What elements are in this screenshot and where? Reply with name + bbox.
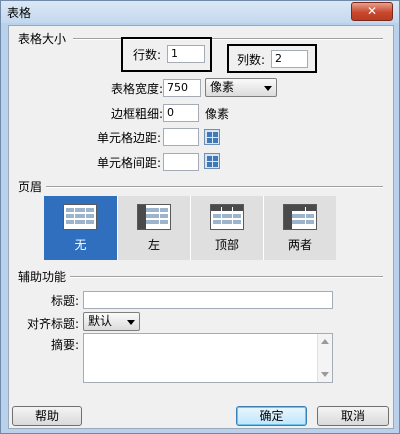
dialog-title: 表格: [7, 6, 32, 20]
table-size-divider: [73, 38, 383, 40]
chevron-down-icon: [127, 320, 135, 325]
accessibility-section-label: 辅助功能: [18, 268, 71, 285]
table-none-icon: [63, 204, 97, 230]
border-unit: 像素: [205, 107, 230, 121]
chevron-down-icon: [264, 86, 272, 91]
help-button[interactable]: 帮助: [12, 406, 82, 426]
cell-padding-input[interactable]: [163, 128, 199, 146]
cell-spacing-label: 单元格间距:: [97, 156, 162, 170]
rows-label: 行数:: [133, 48, 162, 62]
align-caption-select[interactable]: 默认: [83, 312, 140, 331]
header-divider: [45, 186, 383, 188]
accessibility-divider: [69, 276, 383, 278]
width-unit-select[interactable]: 像素: [205, 78, 277, 97]
border-label: 边框粗细:: [111, 107, 164, 121]
cancel-button[interactable]: 取消: [317, 406, 389, 426]
width-unit-value: 像素: [210, 80, 235, 94]
summary-label: 摘要:: [51, 338, 80, 352]
caption-input[interactable]: [83, 291, 333, 309]
table-top-header-icon: [210, 204, 244, 230]
cell-padding-label: 单元格边距:: [97, 131, 162, 145]
header-option-none[interactable]: 无: [44, 196, 117, 260]
close-button[interactable]: ✕: [351, 2, 393, 21]
ok-button[interactable]: 确定: [236, 406, 307, 426]
align-caption-label: 对齐标题:: [27, 317, 80, 331]
dialog-body: 表格大小 行数: 1 列数: 2 表格宽度: 750 像素 边框粗细: 0 像素…: [8, 25, 394, 429]
title-bar: 表格 ✕: [1, 1, 399, 23]
header-option-both[interactable]: 两者: [263, 196, 336, 260]
table-size-section-label: 表格大小: [18, 30, 71, 47]
header-option-left[interactable]: 左: [117, 196, 190, 260]
summary-scrollbar[interactable]: [317, 334, 332, 382]
header-section-label: 页眉: [18, 178, 47, 195]
header-option-both-label: 两者: [287, 238, 312, 252]
header-option-left-label: 左: [147, 238, 160, 252]
header-option-top[interactable]: 顶部: [190, 196, 263, 260]
cols-input[interactable]: 2: [271, 50, 308, 68]
width-label: 表格宽度:: [111, 82, 164, 96]
caption-label: 标题:: [51, 294, 80, 308]
cell-padding-grid-icon[interactable]: [204, 129, 220, 145]
cell-spacing-grid-icon[interactable]: [204, 153, 220, 169]
close-icon: ✕: [366, 4, 378, 18]
scroll-up-icon[interactable]: [321, 339, 329, 344]
header-option-top-label: 顶部: [214, 238, 239, 252]
border-input[interactable]: 0: [163, 104, 199, 122]
table-both-header-icon: [283, 204, 317, 230]
rows-input[interactable]: 1: [167, 45, 205, 63]
cell-spacing-input[interactable]: [163, 153, 199, 171]
cols-label: 列数:: [237, 53, 266, 67]
width-input[interactable]: 750: [163, 79, 201, 97]
header-option-none-label: 无: [74, 238, 87, 252]
table-dialog: 表格 ✕ 表格大小 行数: 1 列数: 2 表格宽度: 750 像素 边框粗细:…: [0, 0, 400, 434]
summary-textarea[interactable]: [83, 333, 333, 383]
align-caption-value: 默认: [88, 314, 113, 328]
table-left-header-icon: [137, 204, 171, 230]
scroll-down-icon[interactable]: [321, 372, 329, 377]
